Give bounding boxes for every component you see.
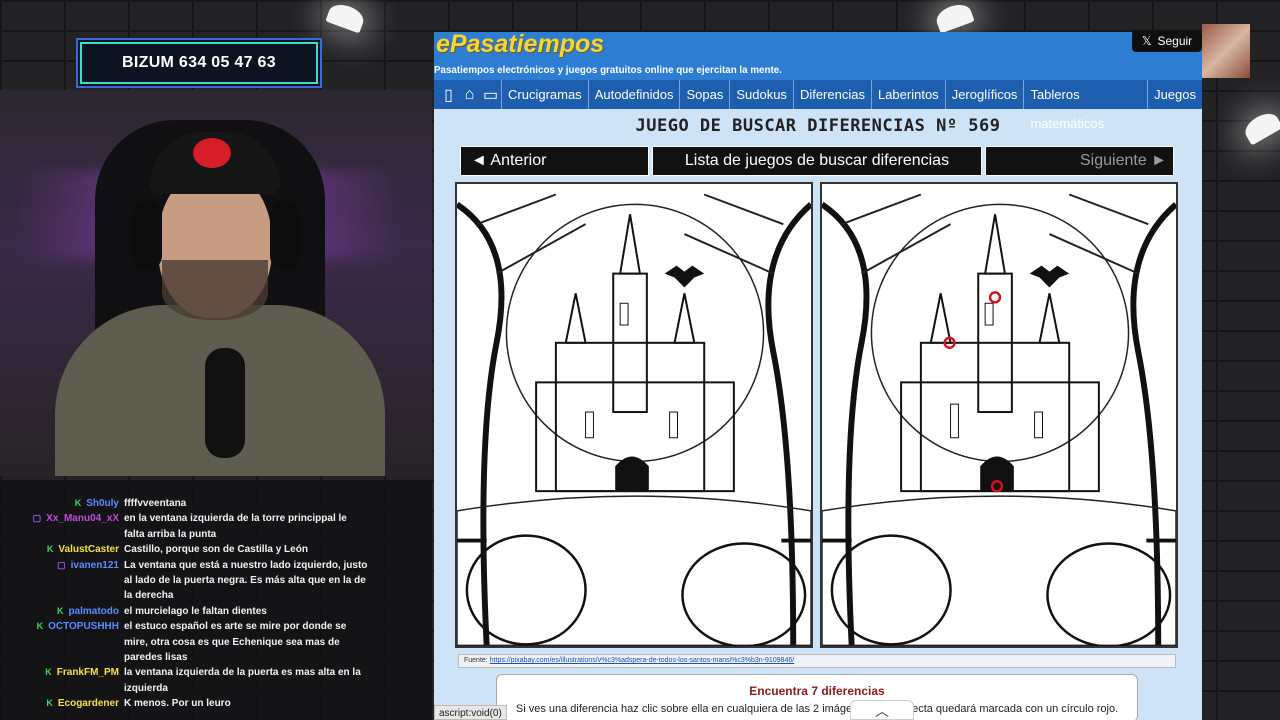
main-nav: ▯ ⌂ ▭ Crucigramas Autodefinidos Sopas Sudok… bbox=[434, 80, 1202, 131]
chat-username-label: Ecogardener bbox=[57, 698, 119, 710]
follow-label: Seguir bbox=[1157, 34, 1193, 48]
chat-badge-icon: ▢ bbox=[57, 559, 66, 570]
chat-username[interactable]: Kpalmatodo bbox=[0, 604, 124, 619]
mobile-icon[interactable]: ▯ bbox=[438, 80, 459, 109]
instructions-text: Si ves una diferencia haz clic sobre ell… bbox=[515, 703, 1119, 715]
site-header: ePasatiempos Pasatiempos electrónicos y … bbox=[434, 32, 1202, 80]
left-puzzle-image[interactable] bbox=[455, 182, 813, 648]
chat-username-label: palmatodo bbox=[68, 605, 119, 617]
chat-badge-icon: K bbox=[46, 698, 53, 709]
chat-username[interactable]: K Sh0uly bbox=[0, 496, 124, 511]
chat-username-label: OCTOPUSHHH bbox=[48, 621, 119, 633]
chat-message: Kpalmatodo el murcielago le faltan diente… bbox=[0, 604, 432, 619]
chat-username[interactable]: ▢ Xx_Manu04_xX bbox=[0, 511, 124, 542]
haunted-castle-drawing bbox=[457, 184, 811, 646]
thumbnail-image bbox=[1202, 24, 1250, 78]
chat-text: en la ventana izquierda de la torre prin… bbox=[124, 513, 347, 540]
chat-message: K FrankFM_PM la ventana izquierda de la pu… bbox=[0, 665, 432, 696]
haunted-castle-drawing bbox=[822, 184, 1176, 646]
chat-badge-icon: K bbox=[56, 605, 64, 616]
chat-username-label: FrankFM_PM bbox=[56, 667, 119, 679]
stream-chat: K Sh0uly ffffvveentana ▢ Xx_Manu04_xX en la v… bbox=[0, 480, 432, 720]
chat-username[interactable]: K OCTOPUSHHH bbox=[0, 619, 124, 665]
chat-text: el murcielago le faltan dientes bbox=[124, 605, 267, 617]
chat-text: Castillo, porque son de Castilla y León bbox=[124, 544, 308, 556]
chat-message: K OCTOPUSHHH el estuco español es arte se … bbox=[0, 619, 432, 665]
image-credit: Fuente: https://pixabay.com/es/illustrat… bbox=[458, 654, 1176, 668]
nav-item[interactable]: Sopas bbox=[679, 80, 729, 109]
instructions-heading: Encuentra 7 diferencias bbox=[749, 684, 885, 698]
chat-username[interactable]: K FrankFM_PM bbox=[0, 665, 124, 696]
game-list-button[interactable]: Lista de juegos de buscar diferencias bbox=[652, 146, 982, 176]
follow-button[interactable]: 𝕏 Seguir bbox=[1132, 30, 1202, 52]
right-puzzle-image[interactable] bbox=[820, 182, 1178, 648]
chat-text: la ventana izquierda de la puerta es mas… bbox=[124, 667, 361, 694]
chat-username-label: ivanen121 bbox=[70, 559, 119, 571]
chat-username-label: Xx_Manu04_xX bbox=[46, 513, 119, 525]
chat-badge-icon: K bbox=[45, 667, 52, 678]
nav-item[interactable]: Autodefinidos bbox=[587, 80, 680, 109]
chat-username[interactable]: ▢ ivanen121 bbox=[0, 558, 124, 604]
status-bar: ascript:void(0) bbox=[434, 705, 507, 720]
chat-message: K Sh0uly ffffvveentana bbox=[0, 496, 432, 511]
chat-text: La ventana que está a nuestro lado izqui… bbox=[124, 559, 368, 602]
page-title: JUEGO DE BUSCAR DIFERENCIAS Nº 569 bbox=[635, 116, 1001, 136]
credit-link[interactable]: https://pixabay.com/es/illustrations/v%c… bbox=[490, 657, 795, 664]
instructions-box: Encuentra 7 diferencias Si ves una difer… bbox=[496, 674, 1138, 720]
bizum-donation-box: BIZUM 634 05 47 63 bbox=[80, 42, 318, 84]
browser-page: ePasatiempos Pasatiempos electrónicos y … bbox=[434, 32, 1202, 720]
nav-item[interactable]: Crucigramas bbox=[501, 80, 588, 109]
chat-text: K menos. Por un leuro bbox=[124, 698, 231, 710]
nav-item[interactable]: Sudokus bbox=[729, 80, 793, 109]
headphones bbox=[132, 200, 162, 270]
nav-item[interactable]: Tableros matemáticos bbox=[1023, 80, 1147, 131]
credit-label: Fuente: bbox=[464, 657, 488, 664]
headphones bbox=[270, 200, 300, 270]
chat-badge-icon: K bbox=[36, 621, 44, 632]
chat-message: ▢ Xx_Manu04_xX en la ventana izquierda de … bbox=[0, 511, 432, 542]
chat-username-label: ValustCaster bbox=[58, 544, 119, 556]
microphone bbox=[205, 348, 245, 458]
game-navigation: ◄ Anterior Lista de juegos de buscar dif… bbox=[460, 146, 1176, 176]
cap-logo bbox=[193, 138, 231, 168]
nav-item[interactable]: Laberintos bbox=[870, 80, 945, 109]
home-icon[interactable]: ⌂ bbox=[459, 80, 480, 109]
chat-text: el estuco español es arte se mire por do… bbox=[124, 621, 347, 664]
chat-message: K ValustCaster Castillo, porque son de Cas… bbox=[0, 542, 432, 557]
site-logo[interactable]: ePasatiempos bbox=[436, 32, 604, 59]
nav-item[interactable]: Jeroglíficos bbox=[944, 80, 1024, 109]
chat-message: ▢ ivanen121 La ventana que está a nuestro … bbox=[0, 558, 432, 604]
chat-message: K Ecogardener K menos. Por un leuro bbox=[0, 696, 432, 711]
scroll-up-button[interactable]: ︿ bbox=[850, 700, 914, 720]
chat-text: ffffvveentana bbox=[124, 498, 187, 509]
nav-item[interactable]: Juegos bbox=[1147, 80, 1202, 109]
chat-badge-icon: K bbox=[46, 544, 54, 555]
chat-username[interactable]: K Ecogardener bbox=[0, 696, 124, 711]
chat-badge-icon: ▢ bbox=[32, 513, 42, 524]
chat-username[interactable]: K ValustCaster bbox=[0, 542, 124, 557]
chat-username-label: Sh0uly bbox=[86, 498, 119, 509]
site-tagline: Pasatiempos electrónicos y juegos gratui… bbox=[434, 65, 782, 76]
previous-button[interactable]: ◄ Anterior bbox=[460, 146, 649, 176]
nav-item[interactable]: Diferencias bbox=[792, 80, 871, 109]
x-icon: 𝕏 bbox=[1141, 34, 1152, 48]
chat-badge-icon: K bbox=[74, 498, 82, 508]
folder-icon[interactable]: ▭ bbox=[480, 80, 501, 109]
webcam-feed bbox=[0, 90, 432, 476]
next-button[interactable]: Siguiente ► bbox=[985, 146, 1174, 176]
